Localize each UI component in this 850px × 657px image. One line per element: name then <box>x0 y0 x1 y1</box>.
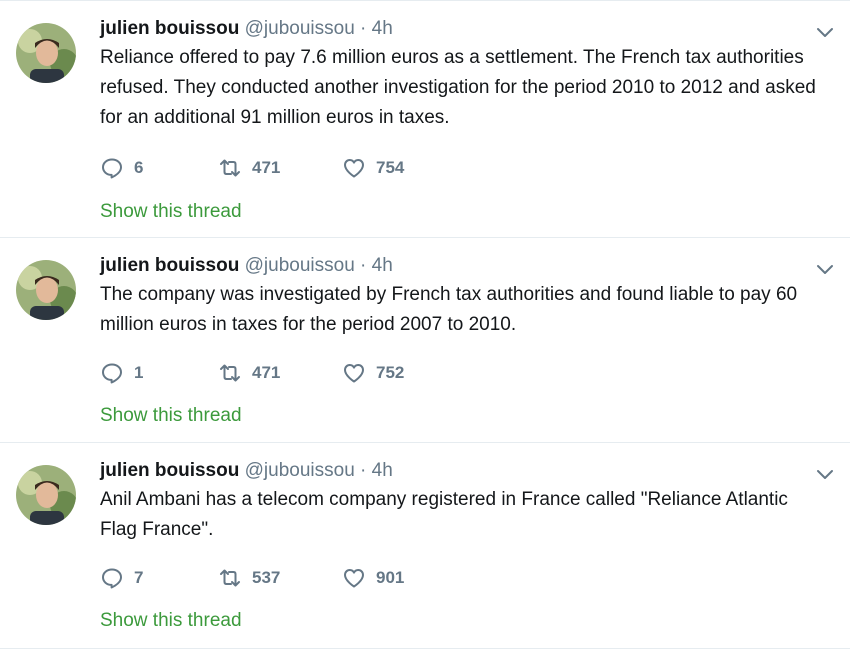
reply-icon <box>102 568 122 589</box>
chevron-down-icon <box>817 28 833 37</box>
avatar-photo <box>16 23 76 83</box>
retweet-icon <box>220 159 240 177</box>
like-button[interactable]: 754 <box>342 156 432 180</box>
show-thread-link[interactable]: Show this thread <box>100 201 242 223</box>
separator: · <box>360 255 367 276</box>
reply-button[interactable]: 6 <box>100 156 218 180</box>
reply-button[interactable]: 1 <box>100 361 218 385</box>
tweet[interactable]: julien bouissou @jubouissou · 4h The com… <box>0 238 850 443</box>
avatar[interactable] <box>16 260 76 320</box>
more-options-button[interactable] <box>814 258 836 280</box>
retweet-count: 471 <box>252 158 281 177</box>
retweet-count: 471 <box>252 363 281 382</box>
tweet[interactable]: julien bouissou @jubouissou · 4h Anil Am… <box>0 443 850 649</box>
reply-icon <box>102 363 122 384</box>
retweet-icon <box>220 364 240 382</box>
timestamp[interactable]: 4h <box>372 255 393 276</box>
author-name[interactable]: julien bouissou <box>100 18 239 39</box>
avatar[interactable] <box>16 465 76 525</box>
retweet-icon <box>220 569 240 587</box>
like-count: 754 <box>376 158 405 177</box>
author-handle[interactable]: @jubouissou <box>245 460 355 481</box>
tweet-text: Anil Ambani has a telecom company regist… <box>100 489 788 540</box>
reply-count: 6 <box>134 158 144 177</box>
reply-button[interactable]: 7 <box>100 566 218 590</box>
heart-icon <box>344 364 364 383</box>
timestamp[interactable]: 4h <box>372 460 393 481</box>
timestamp[interactable]: 4h <box>372 18 393 39</box>
tweet-actions: 7 537 901 <box>100 566 432 590</box>
tweet-text: The company was investigated by French t… <box>100 284 798 335</box>
separator: · <box>360 18 367 39</box>
show-thread-link[interactable]: Show this thread <box>100 405 242 427</box>
heart-icon <box>344 159 364 178</box>
author-name[interactable]: julien bouissou <box>100 255 239 276</box>
more-options-button[interactable] <box>814 463 836 485</box>
timeline: julien bouissou @jubouissou · 4h Relianc… <box>0 0 850 657</box>
like-count: 901 <box>376 568 405 587</box>
avatar-photo <box>16 465 76 525</box>
like-button[interactable]: 901 <box>342 566 432 590</box>
reply-count: 1 <box>134 363 144 382</box>
more-options-button[interactable] <box>814 21 836 43</box>
retweet-button[interactable]: 471 <box>218 361 342 385</box>
avatar-photo <box>16 260 76 320</box>
chevron-down-icon <box>817 470 833 479</box>
retweet-count: 537 <box>252 568 281 587</box>
like-button[interactable]: 752 <box>342 361 432 385</box>
author-name[interactable]: julien bouissou <box>100 460 239 481</box>
tweet-header: julien bouissou @jubouissou · 4h <box>100 457 836 485</box>
heart-icon <box>344 569 364 588</box>
reply-count: 7 <box>134 568 144 587</box>
show-thread-link[interactable]: Show this thread <box>100 610 242 632</box>
author-handle[interactable]: @jubouissou <box>245 18 355 39</box>
reply-icon <box>102 158 122 179</box>
retweet-button[interactable]: 537 <box>218 566 342 590</box>
tweet-text: Reliance offered to pay 7.6 million euro… <box>100 47 816 128</box>
retweet-button[interactable]: 471 <box>218 156 342 180</box>
tweet-header: julien bouissou @jubouissou · 4h <box>100 15 836 43</box>
separator: · <box>360 460 367 481</box>
tweet[interactable]: julien bouissou @jubouissou · 4h Relianc… <box>0 1 850 238</box>
tweet-header: julien bouissou @jubouissou · 4h <box>100 252 836 280</box>
chevron-down-icon <box>817 265 833 274</box>
avatar[interactable] <box>16 23 76 83</box>
author-handle[interactable]: @jubouissou <box>245 255 355 276</box>
tweet-actions: 6 471 754 <box>100 156 432 180</box>
tweet-actions: 1 471 752 <box>100 361 432 385</box>
like-count: 752 <box>376 363 405 382</box>
